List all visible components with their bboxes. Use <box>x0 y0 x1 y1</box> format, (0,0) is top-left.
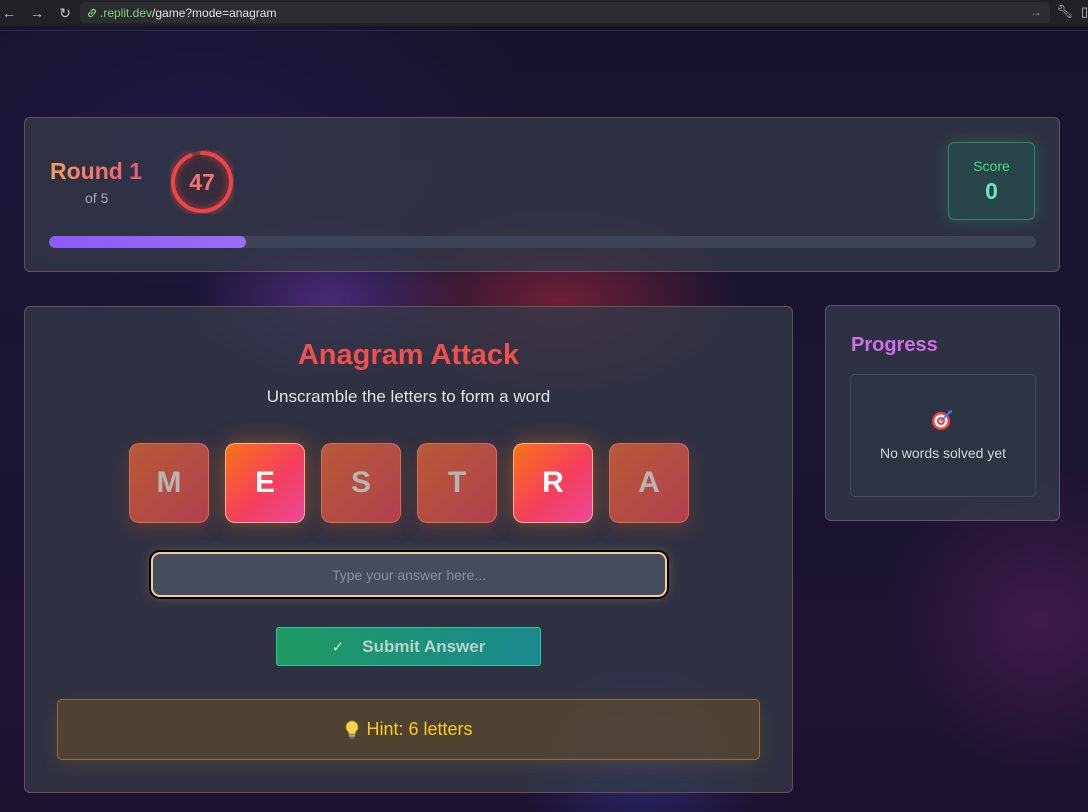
tile-letter: E <box>254 466 275 499</box>
round-total-label: of 5 <box>85 190 109 206</box>
round-label: Round 1 <box>50 158 142 184</box>
letter-tile[interactable]: A <box>609 443 689 523</box>
letter-tile[interactable]: T <box>417 443 497 523</box>
letter-tile[interactable]: E <box>225 443 305 523</box>
lightbulb-icon <box>346 720 359 739</box>
tile-letter: T <box>447 466 467 499</box>
timer-value: 47 <box>189 168 215 195</box>
go-arrow-icon[interactable]: → <box>1030 5 1042 19</box>
round-status-panel: Round 1 of 5 47 Score 0 <box>24 117 1060 272</box>
progress-title: Progress <box>851 334 938 356</box>
address-bar[interactable]: .replit.dev/game?mode=anagram → <box>80 2 1050 23</box>
game-instructions: Unscramble the letters to form a word <box>266 387 551 406</box>
target-icon <box>932 410 952 430</box>
letter-tile[interactable]: M <box>129 443 209 523</box>
score-value: 0 <box>985 178 998 204</box>
url-path: /game?mode=anagram <box>152 5 277 20</box>
round-progress-fill <box>49 236 247 248</box>
tile-letter: R <box>542 466 564 499</box>
tile-letter: S <box>350 466 371 499</box>
wrench-icon[interactable]: 🔧︎ <box>1056 4 1073 20</box>
solved-words-list: No words solved yet <box>850 374 1036 497</box>
score-label: Score <box>973 158 1010 174</box>
browser-toolbar: ← → ↻ .replit.dev/game?mode=anagram → 🔧︎… <box>0 0 1088 26</box>
toolbar-divider <box>0 30 1088 31</box>
countdown-timer: 47 <box>170 150 234 214</box>
progress-panel: Progress No words solved yet <box>825 305 1060 521</box>
submit-button-label: Submit Answer <box>362 636 486 656</box>
answer-input[interactable] <box>151 552 667 597</box>
tile-letter: A <box>638 466 660 499</box>
letter-tile[interactable]: S <box>321 443 401 523</box>
empty-state-text: No words solved yet <box>879 445 1007 461</box>
round-progress-bar <box>49 236 1036 248</box>
forward-arrow-icon[interactable]: → <box>28 0 46 26</box>
hint-banner: Hint: 6 letters <box>57 699 760 760</box>
reload-icon[interactable]: ↻ <box>56 0 74 26</box>
back-arrow-icon[interactable]: ← <box>0 0 18 26</box>
game-title: Anagram Attack <box>297 339 520 371</box>
game-panel: Anagram Attack Unscramble the letters to… <box>24 306 793 793</box>
url-host: .replit.dev <box>100 5 153 20</box>
submit-answer-button[interactable]: ✓ Submit Answer <box>276 627 541 666</box>
hint-text: Hint: 6 letters <box>366 719 473 739</box>
tile-letter: M <box>156 466 182 499</box>
browser-tools: 🔧︎ ▯ <box>1056 4 1088 20</box>
check-icon: ✓ <box>331 638 345 656</box>
score-card: Score 0 <box>948 142 1035 220</box>
letter-tile[interactable]: R <box>513 443 593 523</box>
link-icon <box>88 8 96 17</box>
extension-icon[interactable]: ▯ <box>1081 4 1088 20</box>
